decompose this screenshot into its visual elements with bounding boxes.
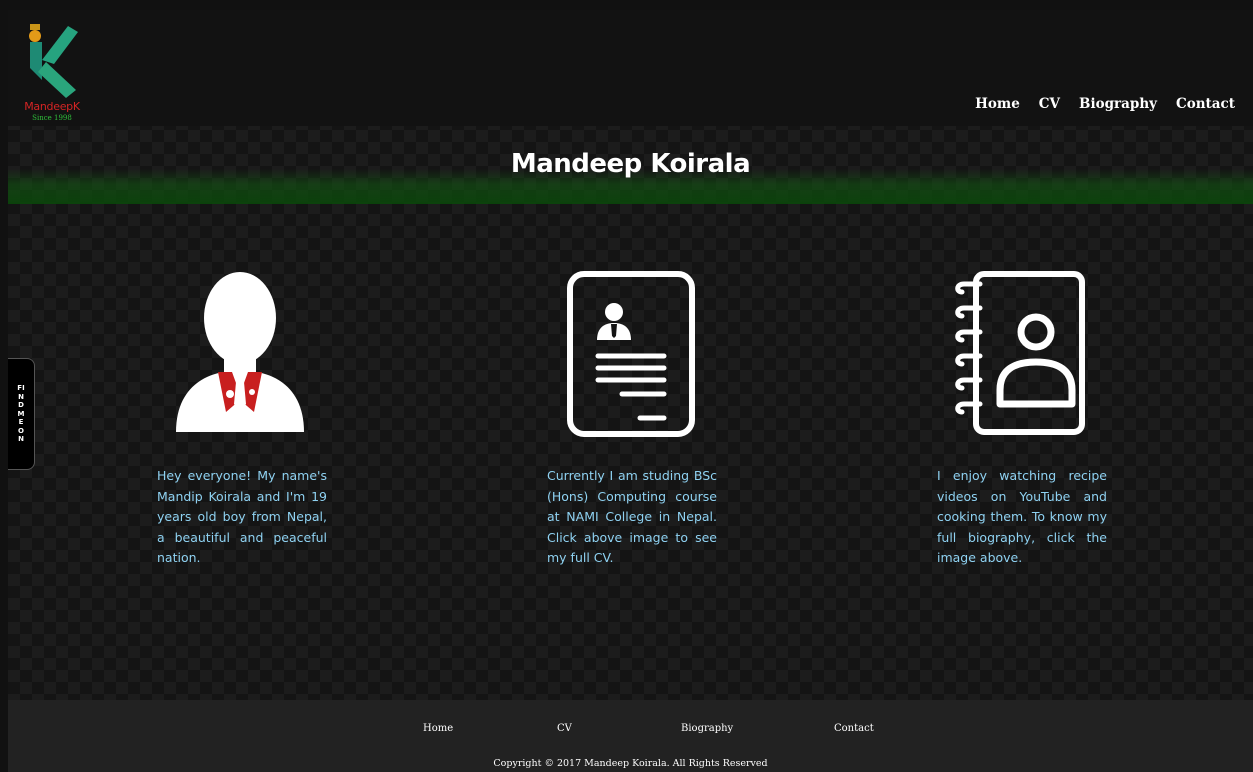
logo-k-icon [29, 24, 78, 98]
footer-link-cv[interactable]: CV [557, 723, 572, 734]
intro-text: Hey everyone! My name's Mandip Koirala a… [157, 468, 327, 565]
footer-link-home[interactable]: Home [423, 723, 453, 734]
nav-biography[interactable]: Biography [1079, 96, 1157, 112]
logo-name: MandeepK [24, 100, 80, 113]
footer-link-contact[interactable]: Contact [834, 723, 874, 734]
find-me-on-label: FIND ME ON [17, 384, 25, 444]
person-avatar-icon[interactable] [174, 272, 306, 438]
nav-cv[interactable]: CV [1039, 96, 1060, 112]
nav-contact[interactable]: Contact [1176, 96, 1235, 112]
logo-since: Since 1998 [32, 114, 72, 122]
footer-link-biography[interactable]: Biography [681, 723, 733, 734]
title-banner: Mandeep Koirala [8, 126, 1253, 204]
copyright-text: Copyright © 2017 Mandeep Koirala. All Ri… [493, 758, 768, 769]
nav-home[interactable]: Home [975, 96, 1020, 112]
site-footer: Home CV Biography Contact Copyright © 20… [8, 700, 1253, 772]
biography-text: I enjoy watching recipe videos on YouTub… [937, 468, 1107, 565]
page-title: Mandeep Koirala [510, 149, 751, 179]
main-nav: Home CV Biography Contact [975, 96, 1235, 112]
site-logo[interactable]: MandeepK Since 1998 [20, 22, 82, 128]
contact-book-icon[interactable] [954, 270, 1086, 436]
page: MandeepK Since 1998 Home CV Biography Co… [8, 10, 1253, 772]
site-header: MandeepK Since 1998 Home CV Biography Co… [8, 10, 1253, 126]
education-text: Currently I am studing BSc (Hons) Comput… [547, 468, 717, 565]
find-me-on-tab[interactable]: FIND ME ON [8, 358, 35, 470]
resume-document-icon[interactable] [566, 270, 696, 438]
